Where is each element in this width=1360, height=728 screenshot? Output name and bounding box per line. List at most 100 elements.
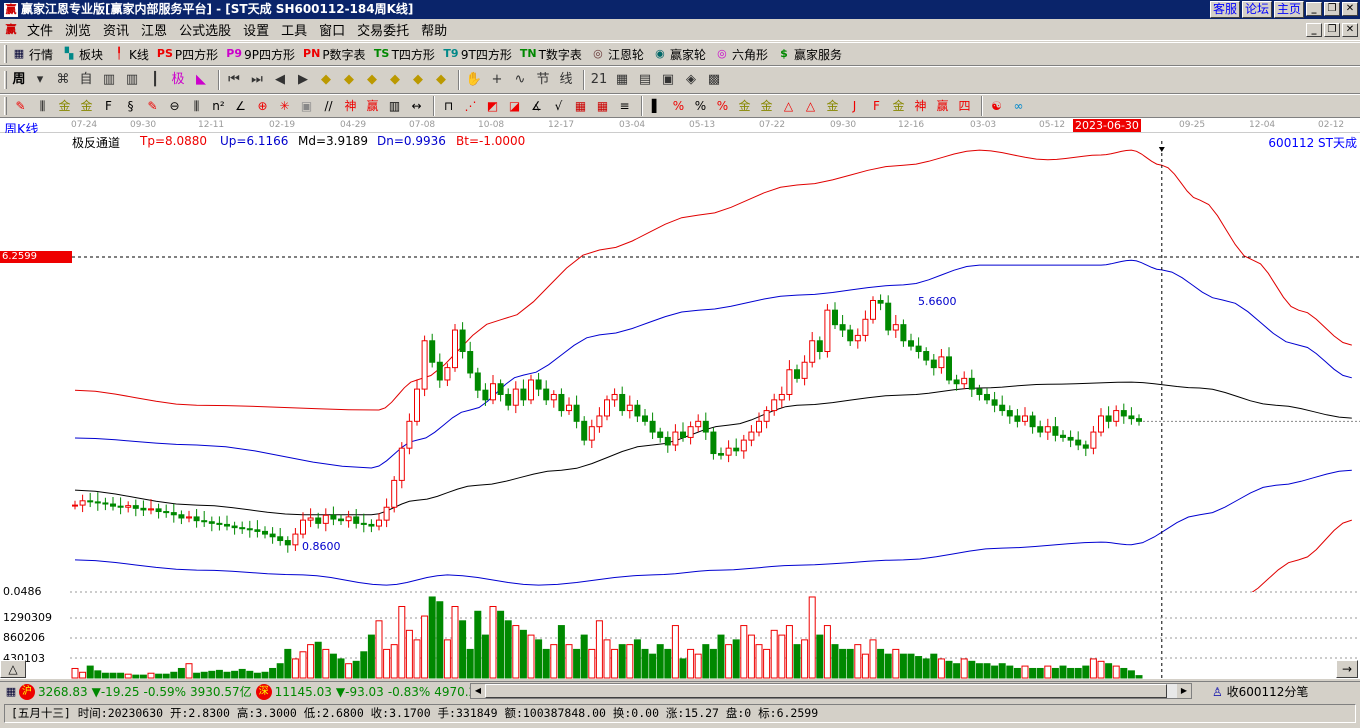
- ying2-icon[interactable]: 赢: [933, 96, 952, 116]
- bars-icon[interactable]: ▥: [385, 96, 404, 116]
- candle-type-icon[interactable]: ┃: [145, 70, 165, 90]
- minimize-button[interactable]: _: [1306, 2, 1322, 16]
- fan-box2-icon[interactable]: ◪: [505, 96, 524, 116]
- first-icon[interactable]: ⏮: [224, 70, 244, 90]
- close-button[interactable]: ✕: [1342, 2, 1358, 16]
- toolbar-button[interactable]: TN T数字表: [520, 46, 582, 63]
- menu-item[interactable]: 资讯: [97, 20, 135, 39]
- toolbar-button[interactable]: PS P四方形: [157, 46, 218, 63]
- child-close-button[interactable]: ✕: [1342, 23, 1358, 37]
- n2-icon[interactable]: n²: [209, 96, 228, 116]
- next-button[interactable]: →: [1336, 660, 1358, 678]
- gold-circle-icon[interactable]: 金: [735, 96, 754, 116]
- toolbar-button[interactable]: ◉ 赢家轮: [652, 46, 706, 63]
- self-icon[interactable]: 自: [76, 70, 96, 90]
- chart-area[interactable]: [0, 133, 1360, 679]
- fib-icon[interactable]: F: [99, 96, 118, 116]
- parallel-icon[interactable]: ⫼: [33, 96, 52, 116]
- toolbar-button[interactable]: ╿ K线: [111, 46, 149, 63]
- gold2-icon[interactable]: 金: [77, 96, 96, 116]
- toolbar-grip[interactable]: [4, 71, 7, 89]
- pen2-icon[interactable]: ✎: [143, 96, 162, 116]
- kline-chart[interactable]: [0, 133, 1360, 679]
- width-icon[interactable]: ↔: [407, 96, 426, 116]
- scroll-right-button[interactable]: ▶: [1177, 684, 1191, 698]
- period-select[interactable]: 周: [11, 70, 27, 90]
- pct-line-icon[interactable]: %: [669, 96, 688, 116]
- notes-icon[interactable]: ▤: [635, 70, 655, 90]
- menu-item[interactable]: 浏览: [59, 20, 97, 39]
- menu-item[interactable]: 窗口: [313, 20, 351, 39]
- horizontal-scrollbar[interactable]: ◀ ▶: [470, 683, 1192, 699]
- gold4-icon[interactable]: 金: [889, 96, 908, 116]
- toolbar-button[interactable]: ◎ 江恩轮: [590, 46, 644, 63]
- cycle-icon[interactable]: ⌘: [53, 70, 73, 90]
- menu-item[interactable]: 工具: [275, 20, 313, 39]
- flag-icon[interactable]: ◣: [191, 70, 211, 90]
- infinity-icon[interactable]: ∞: [1009, 96, 1028, 116]
- child-restore-button[interactable]: ❐: [1324, 23, 1340, 37]
- toolbar-button[interactable]: P9 9P四方形: [226, 46, 295, 63]
- stack9-icon[interactable]: ▥: [122, 70, 142, 90]
- target-icon[interactable]: ⊕: [253, 96, 272, 116]
- menu-item[interactable]: 公式选股: [173, 20, 237, 39]
- network-icon[interactable]: ◈: [681, 70, 701, 90]
- shen-icon[interactable]: 神: [341, 96, 360, 116]
- pct-icon[interactable]: %: [691, 96, 710, 116]
- yinyang-icon[interactable]: ☯: [987, 96, 1006, 116]
- menu-item[interactable]: 江恩: [135, 20, 173, 39]
- diamond-right-icon[interactable]: ◆: [339, 70, 359, 90]
- period-icon[interactable]: ▾: [30, 70, 50, 90]
- diamond-v-icon[interactable]: ◆: [431, 70, 451, 90]
- toolbar-button[interactable]: T9 9T四方形: [443, 46, 512, 63]
- gold3-icon[interactable]: 金: [823, 96, 842, 116]
- calculator-icon[interactable]: ▦: [612, 70, 632, 90]
- angle2-icon[interactable]: ∡: [527, 96, 546, 116]
- slash-icon[interactable]: //: [319, 96, 338, 116]
- hand-icon[interactable]: ✋: [464, 70, 484, 90]
- v-icon[interactable]: √: [549, 96, 568, 116]
- calendar-icon[interactable]: 21: [589, 70, 609, 90]
- grid2-icon[interactable]: ▦: [593, 96, 612, 116]
- zigzag-icon[interactable]: ∿: [510, 70, 530, 90]
- grid-icon[interactable]: ▦: [571, 96, 590, 116]
- lines-icon[interactable]: ⫼: [187, 96, 206, 116]
- toolbar-button[interactable]: ▦ 行情: [11, 46, 53, 63]
- quote-table-icon[interactable]: ▦: [3, 684, 19, 700]
- star-icon[interactable]: ✳: [275, 96, 294, 116]
- right-icon[interactable]: ▶: [293, 70, 313, 90]
- circle-icon[interactable]: ⊖: [165, 96, 184, 116]
- si-icon[interactable]: 四: [955, 96, 974, 116]
- toolbar-button[interactable]: PN P数字表: [303, 46, 366, 63]
- f-icon[interactable]: F: [867, 96, 886, 116]
- diag-icon[interactable]: ≡: [615, 96, 634, 116]
- last-icon[interactable]: ⏭: [247, 70, 267, 90]
- toolbar-button[interactable]: TS T四方形: [374, 46, 435, 63]
- ruler-icon[interactable]: ▌: [647, 96, 666, 116]
- printer-icon[interactable]: ▩: [704, 70, 724, 90]
- toolbar-grip[interactable]: [4, 97, 7, 115]
- menu-item[interactable]: 交易委托: [351, 20, 415, 39]
- tri-icon[interactable]: △: [779, 96, 798, 116]
- angle-icon[interactable]: ∠: [231, 96, 250, 116]
- customer-service-link[interactable]: 客服: [1209, 1, 1240, 18]
- fan-box-icon[interactable]: ◩: [483, 96, 502, 116]
- diamond-h-icon[interactable]: ◆: [362, 70, 382, 90]
- toolbar-button[interactable]: ▚ 板块: [61, 46, 103, 63]
- square-icon[interactable]: ▣: [297, 96, 316, 116]
- scroll-thumb[interactable]: [485, 684, 1167, 698]
- scroll-left-button[interactable]: ◀: [471, 684, 485, 698]
- shen2-icon[interactable]: 神: [911, 96, 930, 116]
- menu-item[interactable]: 文件: [21, 20, 59, 39]
- homepage-link[interactable]: 主页: [1273, 1, 1304, 18]
- crosshair-icon[interactable]: +: [487, 70, 507, 90]
- tri2-icon[interactable]: △: [801, 96, 820, 116]
- j-icon[interactable]: J: [845, 96, 864, 116]
- diamond-x-icon[interactable]: ◆: [385, 70, 405, 90]
- gold1-icon[interactable]: 金: [55, 96, 74, 116]
- child-minimize-button[interactable]: _: [1306, 23, 1322, 37]
- diamond-star-icon[interactable]: ◆: [408, 70, 428, 90]
- menu-item[interactable]: 设置: [237, 20, 275, 39]
- line-icon[interactable]: 线: [556, 70, 576, 90]
- save-icon[interactable]: ▣: [658, 70, 678, 90]
